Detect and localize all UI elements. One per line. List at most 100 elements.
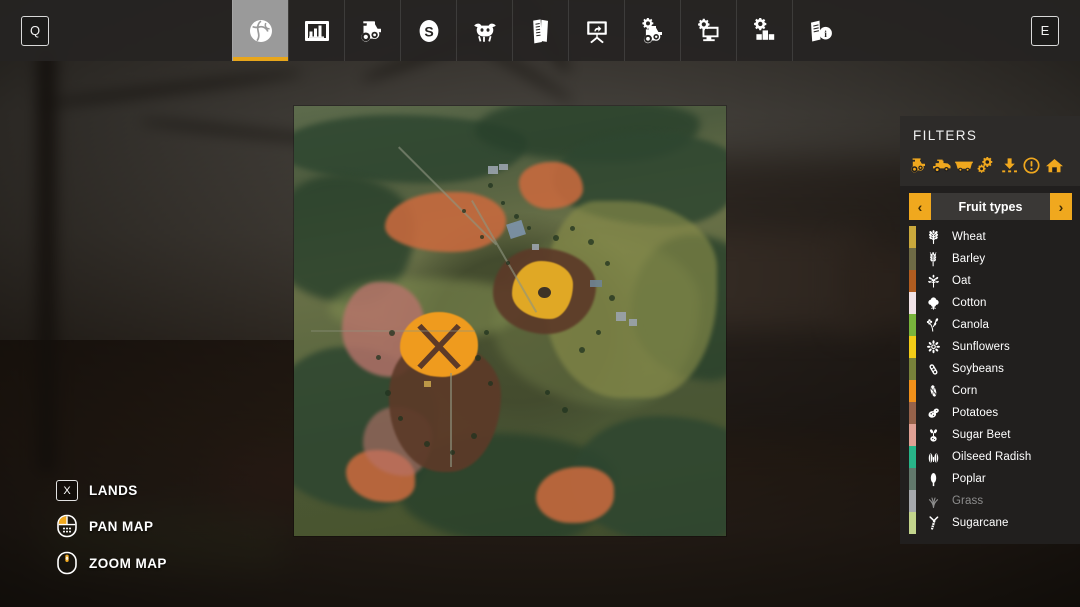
fruit-row-oat[interactable]: Oat <box>900 270 1080 292</box>
tab-help[interactable]: i <box>792 0 848 61</box>
prev-page-key[interactable]: Q <box>21 16 49 46</box>
fruit-color-swatch <box>909 512 916 534</box>
sugar-beet-icon <box>921 428 945 443</box>
filters-title: FILTERS <box>900 116 1080 153</box>
fruit-color-swatch <box>909 292 916 314</box>
map-building <box>629 319 637 326</box>
dollar-coin-icon: S <box>417 18 441 44</box>
monitor-gear-icon <box>696 18 722 44</box>
blocks-gear-icon <box>752 18 778 44</box>
fruit-color-swatch <box>909 336 916 358</box>
fruit-row-cotton[interactable]: Cotton <box>900 292 1080 314</box>
fruit-row-corn[interactable]: Corn <box>900 380 1080 402</box>
next-page-key[interactable]: E <box>1031 16 1059 46</box>
tab-game-settings[interactable] <box>680 0 736 61</box>
map-field <box>536 467 614 523</box>
fruit-label: Poplar <box>952 473 986 485</box>
help-item-lands[interactable]: X LANDS <box>56 480 167 501</box>
presentation-icon <box>584 18 610 44</box>
fruit-row-canola[interactable]: Canola <box>900 314 1080 336</box>
tab-animals[interactable] <box>456 0 512 61</box>
fruit-row-potatoes[interactable]: Potatoes <box>900 402 1080 424</box>
fruit-label: Canola <box>952 319 989 331</box>
fruit-label: Barley <box>952 253 985 265</box>
filter-next-button[interactable]: › <box>1050 193 1072 220</box>
fruit-color-swatch <box>909 248 916 270</box>
fruit-color-swatch <box>909 226 916 248</box>
globe-icon <box>248 18 274 44</box>
tab-statistics[interactable] <box>288 0 344 61</box>
fruit-row-barley[interactable]: Barley <box>900 248 1080 270</box>
map-field-hole <box>538 287 551 298</box>
tab-vehicle-settings[interactable] <box>624 0 680 61</box>
tab-construction[interactable] <box>736 0 792 61</box>
fruit-label: Sugarcane <box>952 517 1009 529</box>
map-controls-help: X LANDS PAN MAP ZOOM MAP <box>56 480 167 575</box>
fruit-label: Wheat <box>952 231 986 243</box>
mouse-left-icon <box>56 514 78 538</box>
house-filter-icon[interactable] <box>1043 153 1066 177</box>
filter-category-value[interactable]: Fruit types <box>931 193 1050 220</box>
map-building <box>488 166 498 174</box>
map-field <box>385 192 506 252</box>
trailer-filter-icon[interactable] <box>953 153 976 177</box>
fruit-row-sugar-beet[interactable]: Sugar Beet <box>900 424 1080 446</box>
oat-icon <box>921 274 945 289</box>
svg-text:S: S <box>424 23 433 39</box>
tab-contracts[interactable] <box>512 0 568 61</box>
tools-filter-icon[interactable] <box>976 153 999 177</box>
fruit-label: Oilseed Radish <box>952 451 1031 463</box>
fruit-row-sugarcane[interactable]: Sugarcane <box>900 512 1080 534</box>
fruit-row-oilseed-radish[interactable]: Oilseed Radish <box>900 446 1080 468</box>
fruit-color-swatch <box>909 468 916 490</box>
oilseed-radish-icon <box>921 450 945 465</box>
topbar-right-slot: E <box>848 0 1080 61</box>
help-item-zoom-map[interactable]: ZOOM MAP <box>56 551 167 575</box>
map-building <box>590 280 602 287</box>
fruit-label: Corn <box>952 385 977 397</box>
map-field-marker <box>411 319 467 373</box>
fruit-row-poplar[interactable]: Poplar <box>900 468 1080 490</box>
cow-icon <box>471 20 499 42</box>
map-panel[interactable] <box>294 106 726 536</box>
filter-icon-row <box>900 153 1080 186</box>
tab-finances[interactable]: S <box>400 0 456 61</box>
fruit-color-swatch <box>909 402 916 424</box>
fruit-row-wheat[interactable]: Wheat <box>900 226 1080 248</box>
tractor-filter-icon[interactable] <box>908 153 931 177</box>
tab-map[interactable] <box>232 0 288 61</box>
fruit-label: Oat <box>952 275 971 287</box>
filter-prev-button[interactable]: ‹ <box>909 193 931 220</box>
fruit-label: Sunflowers <box>952 341 1010 353</box>
help-item-pan-map[interactable]: PAN MAP <box>56 514 167 538</box>
tab-vehicles[interactable] <box>344 0 400 61</box>
fruit-row-soybeans[interactable]: Soybeans <box>900 358 1080 380</box>
harvester-filter-icon[interactable] <box>931 153 954 177</box>
satellite-map-image[interactable] <box>294 106 726 536</box>
document-info-icon: i <box>808 19 834 43</box>
tab-missions[interactable] <box>568 0 624 61</box>
keycap-x[interactable]: X <box>56 480 78 501</box>
warning-filter-icon[interactable] <box>1021 153 1044 177</box>
svg-text:i: i <box>824 30 827 40</box>
sunflower-icon <box>921 340 945 355</box>
fruit-type-list: Wheat Barley Oat Cotton Canola Sunflowers Soyb… <box>900 226 1080 534</box>
fruit-color-swatch <box>909 446 916 468</box>
fruit-label: Soybeans <box>952 363 1004 375</box>
fruit-color-swatch <box>909 358 916 380</box>
poplar-icon <box>921 472 945 487</box>
unload-filter-icon[interactable] <box>998 153 1021 177</box>
fruit-color-swatch <box>909 424 916 446</box>
bar-chart-icon <box>304 19 330 43</box>
wheat-icon <box>921 230 945 245</box>
top-navigation-bar: Q S <box>0 0 1080 61</box>
fruit-label: Potatoes <box>952 407 998 419</box>
help-label-pan-map: PAN MAP <box>89 519 153 534</box>
corn-icon <box>921 384 945 399</box>
fruit-row-grass[interactable]: Grass <box>900 490 1080 512</box>
filter-category-selector: ‹ Fruit types › <box>909 193 1072 220</box>
canola-icon <box>921 318 945 333</box>
fruit-label: Sugar Beet <box>952 429 1011 441</box>
map-building <box>424 381 431 387</box>
fruit-row-sunflowers[interactable]: Sunflowers <box>900 336 1080 358</box>
